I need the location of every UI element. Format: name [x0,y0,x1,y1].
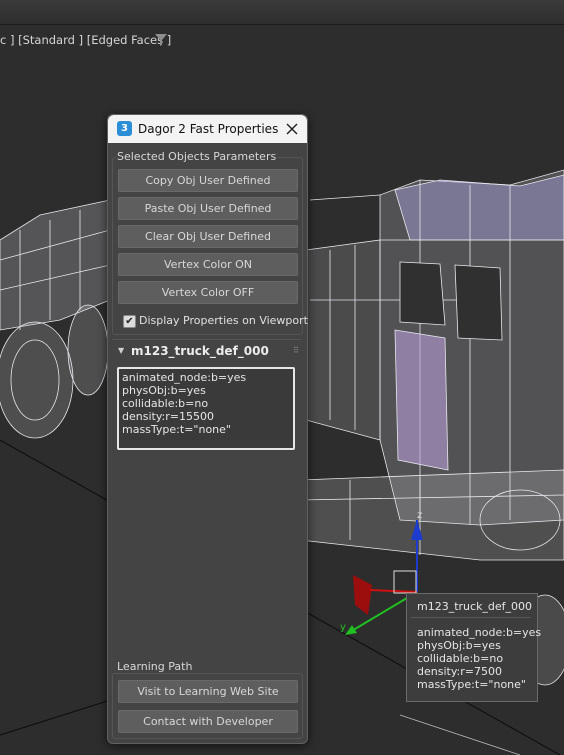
property-line: massType:t="none" [122,423,231,436]
app-icon: 3 [117,121,132,136]
gizmo-y-label: y [340,622,346,633]
collapse-arrow-icon[interactable]: ▼ [118,346,124,355]
top-toolbar [0,0,564,25]
user-properties-textarea[interactable]: animated_node:b=yes physObj:b=yes collid… [117,367,295,450]
property-line: animated_node:b=yes [122,371,247,384]
display-properties-checkbox[interactable]: ✔ [123,315,136,328]
paste-obj-user-defined-button[interactable]: Paste Obj User Defined [118,197,298,220]
fast-properties-dialog[interactable]: 3 Dagor 2 Fast Properties Selected Objec… [107,114,308,744]
close-icon[interactable] [282,119,302,139]
tooltip-line: physObj:b=yes [417,639,501,652]
contact-developer-button[interactable]: Contact with Developer [118,710,298,733]
copy-obj-user-defined-button[interactable]: Copy Obj User Defined [118,169,298,192]
tooltip-line: massType:t="none" [417,678,526,691]
tooltip-line: collidable:b=no [417,652,504,665]
gizmo-z-label: z [417,510,423,521]
visit-learning-site-button[interactable]: Visit to Learning Web Site [118,680,298,703]
property-line: physObj:b=yes [122,384,206,397]
tooltip-line: density:r=7500 [417,665,502,678]
vertex-color-on-button[interactable]: Vertex Color ON [118,253,298,276]
viewport-properties-tooltip: m123_truck_def_000 animated_node:b=yes p… [406,593,542,702]
property-line: density:r=15500 [122,410,214,423]
tooltip-line: animated_node:b=yes [417,626,542,639]
tooltip-title: m123_truck_def_000 [417,600,533,613]
dialog-title: Dagor 2 Fast Properties [138,122,279,136]
object-name: m123_truck_def_000 [131,344,269,358]
learning-path-label: Learning Path [116,660,194,673]
tooltip-divider [411,617,531,618]
selected-objects-label: Selected Objects Parameters [116,150,278,163]
vertex-color-off-button[interactable]: Vertex Color OFF [118,281,298,304]
display-properties-label: Display Properties on Viewport [139,314,308,327]
property-line: collidable:b=no [122,397,209,410]
grip-icon[interactable]: ⠿ [293,346,299,355]
clear-obj-user-defined-button[interactable]: Clear Obj User Defined [118,225,298,248]
object-rollout-header[interactable]: ▼ m123_truck_def_000 ⠿ [112,339,301,362]
dialog-titlebar[interactable]: 3 Dagor 2 Fast Properties [108,115,307,143]
